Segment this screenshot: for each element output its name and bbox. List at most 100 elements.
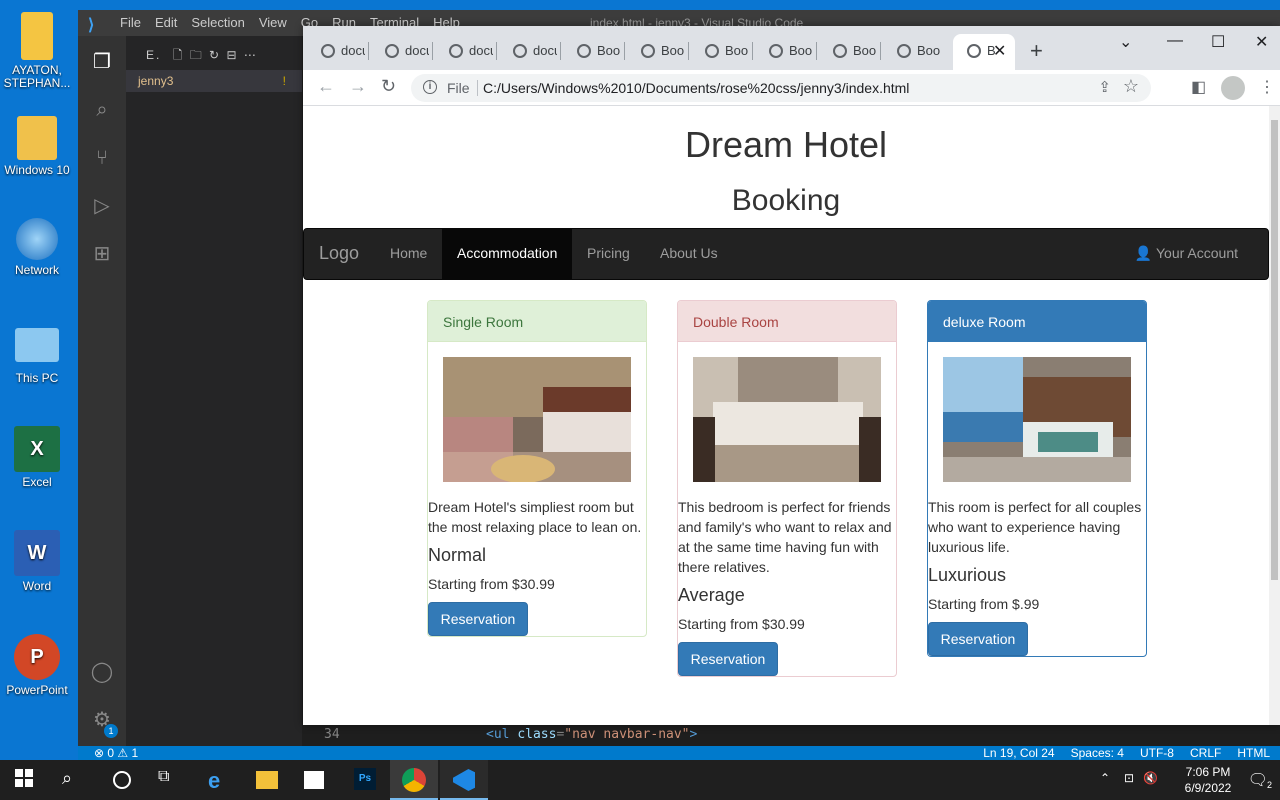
tab-8[interactable]: Boo xyxy=(755,38,817,64)
line-ending[interactable]: CRLF xyxy=(1190,746,1221,760)
tab-1[interactable]: docu xyxy=(307,38,369,64)
url-text[interactable]: C:/Users/Windows%2010/Documents/rose%20c… xyxy=(483,80,909,96)
tab-active[interactable]: B ✕ xyxy=(953,34,1015,70)
desktop-icon-user-folder[interactable]: AYATON, STEPHAN... xyxy=(0,12,74,90)
tab-2[interactable]: docu xyxy=(371,38,433,64)
network-icon xyxy=(16,218,58,260)
menu-view[interactable]: View xyxy=(259,15,287,30)
globe-icon xyxy=(513,44,527,58)
chrome-taskbar-button[interactable] xyxy=(390,760,438,800)
clock[interactable]: 7:06 PM 6/9/2022 xyxy=(1178,764,1238,796)
tab-3[interactable]: docu xyxy=(435,38,497,64)
cursor-position[interactable]: Ln 19, Col 24 xyxy=(983,746,1054,760)
editor-code-line[interactable]: 34 <ul class="nav navbar-nav"> xyxy=(308,724,1280,746)
new-tab-button[interactable]: + xyxy=(1030,38,1043,64)
task-view-icon[interactable]: ⧉ xyxy=(158,768,182,792)
nav-your-account[interactable]: 👤 Your Account xyxy=(1135,245,1238,262)
minimize-button[interactable]: — xyxy=(1167,32,1183,50)
nav-about-us[interactable]: About Us xyxy=(645,229,733,279)
tab-7[interactable]: Boo xyxy=(691,38,753,64)
collapse-icon[interactable]: ⊟ xyxy=(226,48,238,62)
manage-badge: 1 xyxy=(104,724,118,738)
cortana-icon[interactable] xyxy=(110,768,134,792)
language-mode[interactable]: HTML xyxy=(1237,746,1270,760)
desktop-icon-word[interactable]: W Word xyxy=(0,530,74,593)
menu-selection[interactable]: Selection xyxy=(191,15,244,30)
globe-icon xyxy=(577,44,591,58)
search-icon[interactable]: ⌕ xyxy=(90,98,114,122)
accounts-icon[interactable]: ◯ xyxy=(90,660,114,684)
close-window-button[interactable]: ✕ xyxy=(1255,32,1268,52)
status-right: Ln 19, Col 24 Spaces: 4 UTF-8 CRLF HTML xyxy=(983,746,1270,760)
tab-5[interactable]: Boo xyxy=(563,38,625,64)
bookmark-star-icon[interactable]: ☆ xyxy=(1123,76,1139,97)
source-control-icon[interactable]: ⑂ xyxy=(90,146,114,170)
tab-4[interactable]: docu xyxy=(499,38,561,64)
room-description: Dream Hotel's simpliest room but the mos… xyxy=(428,499,642,535)
tab-6[interactable]: Boo xyxy=(627,38,689,64)
menu-edit[interactable]: Edit xyxy=(155,15,177,30)
reload-icon[interactable]: ↻ xyxy=(381,76,396,97)
tab-9[interactable]: Boo xyxy=(819,38,881,64)
nav-home[interactable]: Home xyxy=(375,229,442,279)
navbar-brand[interactable]: Logo xyxy=(319,243,359,264)
desktop-icon-windows10[interactable]: Windows 10 xyxy=(0,116,74,177)
desktop-icon-excel[interactable]: X Excel xyxy=(0,426,74,489)
problems-status[interactable]: ⊗ 0 ⚠ 1 xyxy=(94,746,138,760)
nav-accommodation[interactable]: Accommodation xyxy=(442,229,573,279)
room-price: Starting from $30.99 xyxy=(678,616,805,632)
explorer-icon[interactable]: ❐ xyxy=(90,50,114,74)
globe-icon xyxy=(705,44,719,58)
indentation[interactable]: Spaces: 4 xyxy=(1071,746,1124,760)
desktop-icon-network[interactable]: Network xyxy=(0,218,74,277)
page-subtitle: Booking xyxy=(731,184,841,217)
reservation-button[interactable]: Reservation xyxy=(678,642,778,676)
side-panel-icon[interactable]: ◧ xyxy=(1191,77,1206,97)
chrome-menu-icon[interactable]: ⋮ xyxy=(1259,77,1275,97)
close-tab-icon[interactable]: ✕ xyxy=(993,41,1006,61)
room-level: Normal xyxy=(428,545,487,565)
photoshop-icon[interactable]: Ps xyxy=(354,768,378,792)
reservation-button[interactable]: Reservation xyxy=(928,622,1028,656)
new-folder-icon[interactable]: 🗀 xyxy=(190,48,204,62)
room-heading: deluxe Room xyxy=(928,301,1146,342)
site-info-icon[interactable]: i xyxy=(423,80,437,94)
tab-10[interactable]: Boo xyxy=(883,38,945,64)
file-explorer-icon[interactable] xyxy=(256,768,280,792)
tab-search-icon[interactable]: ⌄ xyxy=(1119,32,1132,52)
back-icon[interactable]: ← xyxy=(317,76,335,97)
reservation-button[interactable]: Reservation xyxy=(428,602,528,636)
scrollbar-thumb[interactable] xyxy=(1271,120,1278,580)
nav-pricing[interactable]: Pricing xyxy=(572,229,645,279)
menu-file[interactable]: File xyxy=(120,15,141,30)
run-debug-icon[interactable]: ▷ xyxy=(90,194,114,218)
page-scrollbar[interactable] xyxy=(1269,106,1280,725)
desktop-icon-powerpoint[interactable]: P PowerPoint xyxy=(0,634,74,697)
forward-icon[interactable]: → xyxy=(349,76,367,97)
network-tray-icon[interactable]: ⊡ xyxy=(1124,771,1134,785)
activity-bar: ❐ ⌕ ⑂ ▷ ⊞ ◯ ⚙ 1 xyxy=(78,36,126,746)
more-icon[interactable]: ⋯ xyxy=(244,48,258,62)
folder-jenny3[interactable]: jenny3 ! xyxy=(126,70,302,92)
taskbar-search-icon[interactable]: ⌕ xyxy=(62,768,86,792)
encoding[interactable]: UTF-8 xyxy=(1140,746,1174,760)
store-icon[interactable] xyxy=(304,768,328,792)
vscode-icon xyxy=(453,769,475,791)
vscode-taskbar-button[interactable] xyxy=(440,760,488,800)
new-file-icon[interactable]: 🗋 xyxy=(173,48,185,62)
notification-icon[interactable]: 🗨 xyxy=(1248,770,1268,790)
profile-avatar[interactable] xyxy=(1221,76,1245,100)
tray-chevron-icon[interactable]: ⌃ xyxy=(1100,771,1110,785)
room-description: This bedroom is perfect for friends and … xyxy=(678,499,892,575)
volume-muted-icon[interactable]: 🔇 xyxy=(1143,771,1158,785)
refresh-icon[interactable]: ↻ xyxy=(209,48,221,62)
address-bar[interactable]: i File C:/Users/Windows%2010/Documents/r… xyxy=(411,74,1151,102)
edge-icon[interactable]: e xyxy=(208,768,232,793)
tab-strip: docu docu docu docu Boo Boo Boo Boo Boo … xyxy=(303,26,1280,70)
maximize-button[interactable]: ☐ xyxy=(1211,32,1225,52)
extensions-icon[interactable]: ⊞ xyxy=(90,242,114,266)
share-icon[interactable]: ⇪ xyxy=(1098,78,1111,96)
start-windows-icon[interactable] xyxy=(14,768,38,792)
desktop-icon-this-pc[interactable]: This PC xyxy=(0,322,74,385)
globe-icon xyxy=(641,44,655,58)
